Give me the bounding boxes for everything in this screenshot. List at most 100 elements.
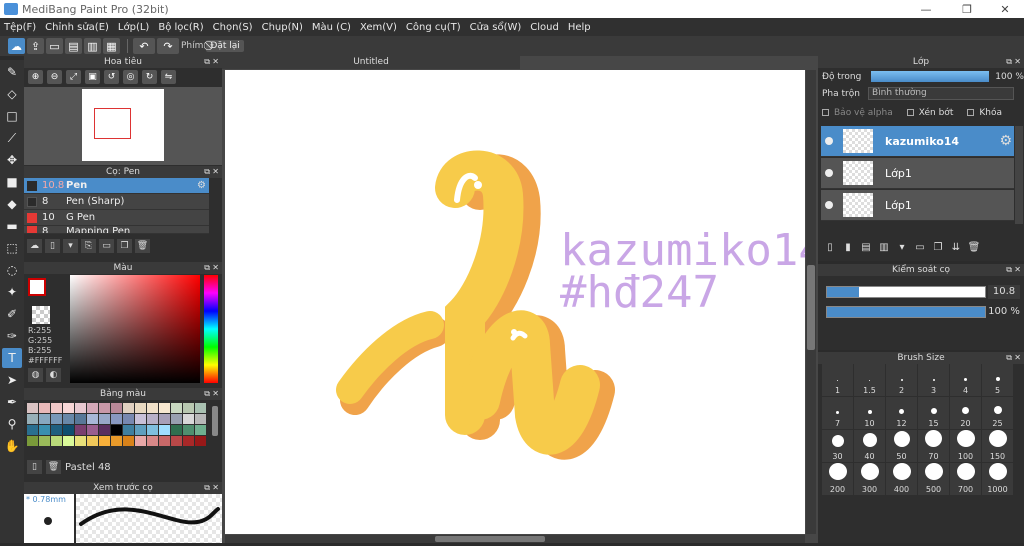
undo-icon[interactable]: ↶ [133,38,155,54]
brush-size-value[interactable]: 10.8 [988,285,1020,299]
palette-swatch[interactable] [147,425,158,435]
close-icon[interactable]: ✕ [212,166,219,178]
new-brush-icon[interactable]: ▯ [45,239,60,253]
pin-icon[interactable]: ⧉ [204,166,210,178]
duplicate-layer-icon[interactable]: ❐ [931,240,945,254]
brush-size-cell[interactable]: 70 [918,430,949,462]
gear-icon[interactable]: ⚙ [197,180,206,191]
drawing-canvas[interactable]: kazumiko14 #hđ247 [225,70,805,534]
brush-tool-icon[interactable]: ✎ [2,62,22,82]
palette-swatch[interactable] [75,403,86,413]
new-8bit-layer-icon[interactable]: ▥ [877,240,891,254]
new-layer-icon[interactable]: ▯ [823,240,837,254]
brush-size-cell[interactable]: 2 [886,364,917,396]
lasso-tool-icon[interactable]: ◌ [2,260,22,280]
menu-select[interactable]: Chọn(S) [213,22,253,33]
cloud-brush-icon[interactable]: ☁ [27,239,42,253]
palette-swatch[interactable] [123,425,134,435]
layer-item[interactable]: kazumiko14 ⚙ [821,126,1014,157]
palette-swatch[interactable] [135,403,146,413]
add-brush-icon[interactable]: ▾ [63,239,78,253]
palette-swatch[interactable] [183,436,194,446]
move-tool-icon[interactable]: ✥ [2,150,22,170]
palette-swatch[interactable] [147,436,158,446]
brush-size-cell[interactable]: 50 [886,430,917,462]
scroll-thumb[interactable] [807,265,815,350]
flip-icon[interactable]: ⇋ [161,70,176,84]
palette-swatch[interactable] [171,425,182,435]
brush-size-cell[interactable]: 25 [982,397,1013,429]
brush-size-cell[interactable]: 700 [950,463,981,495]
gradient-tool-icon[interactable]: ▬ [2,216,22,236]
menu-help[interactable]: Help [568,22,591,33]
palette-swatch[interactable] [87,414,98,424]
pin-icon[interactable]: ⧉ [204,482,210,494]
palette-swatch[interactable] [147,414,158,424]
visibility-icon[interactable] [825,201,833,209]
folder-icon[interactable]: ▭ [913,240,927,254]
brush-size-cell[interactable]: 40 [854,430,885,462]
new-palette-icon[interactable]: ▯ [27,460,42,474]
vertical-scrollbar[interactable] [806,70,816,534]
color-swap-icon[interactable]: ◐ [46,368,61,382]
palette-swatch[interactable] [171,436,182,446]
close-icon[interactable]: ✕ [212,56,219,68]
visibility-icon[interactable] [825,169,833,177]
layer-item[interactable]: Lớp1 [821,190,1014,221]
divide-tool-icon[interactable]: ✒ [2,392,22,412]
clipping-checkbox[interactable]: Xén bớt [906,108,953,118]
palette-swatch[interactable] [123,436,134,446]
palette-swatch[interactable] [99,436,110,446]
palette-swatch[interactable] [99,403,110,413]
new-halftone-layer-icon[interactable]: ▤ [859,240,873,254]
palette-swatch[interactable] [27,436,38,446]
trash-icon[interactable]: 🗑 [46,460,61,474]
brush-size-cell[interactable]: 200 [822,463,853,495]
eyedropper-tool-icon[interactable]: ⚲ [2,414,22,434]
eraser-tool-icon[interactable]: ◇ [2,84,22,104]
palette-swatch[interactable] [63,436,74,446]
pin-icon[interactable]: ⧉ [1006,352,1012,364]
close-icon[interactable]: ✕ [1014,264,1021,276]
palette-swatch[interactable] [183,425,194,435]
brush-size-cell[interactable]: 7 [822,397,853,429]
menu-edit[interactable]: Chỉnh sửa(E) [45,22,109,33]
palette-swatch[interactable] [27,403,38,413]
palette-swatch[interactable] [183,414,194,424]
zoom-out-icon[interactable]: ⊖ [47,70,62,84]
palette-swatch[interactable] [111,403,122,413]
brush-item[interactable]: 10 G Pen [24,210,209,226]
palette-swatch[interactable] [75,414,86,424]
background-color[interactable] [32,306,50,324]
palette-swatch[interactable] [159,425,170,435]
palette-swatch[interactable] [123,403,134,413]
palette-swatch[interactable] [63,425,74,435]
brush-size-cell[interactable]: 1 [822,364,853,396]
trash-icon[interactable]: 🗑 [135,239,150,253]
palette-swatch[interactable] [135,414,146,424]
palette-swatch[interactable] [135,436,146,446]
palette-scrollbar[interactable] [212,406,218,436]
palette-swatch[interactable] [159,414,170,424]
brush-opacity-value[interactable]: 100 % [988,305,1020,319]
cloud-icon[interactable]: ☁ [8,38,25,54]
palette-swatch[interactable] [111,414,122,424]
palette-swatch[interactable] [123,414,134,424]
menu-window[interactable]: Cửa sổ(W) [470,22,522,33]
menu-view[interactable]: Xem(V) [360,22,397,33]
brush-size-cell[interactable]: 15 [918,397,949,429]
menu-filter[interactable]: Bộ lọc(R) [158,22,203,33]
navigator-view[interactable] [24,87,222,165]
visibility-icon[interactable] [825,137,833,145]
palette-swatch[interactable] [51,425,62,435]
brush-size-cell[interactable]: 500 [918,463,949,495]
lock-checkbox[interactable]: Khóa [967,108,1002,118]
brush-size-cell[interactable]: 400 [886,463,917,495]
palette-swatch[interactable] [135,425,146,435]
palette-swatch[interactable] [87,403,98,413]
document-icon[interactable]: ▥ [84,38,101,54]
menu-file[interactable]: Tệp(F) [4,22,36,33]
folder-icon[interactable]: ▭ [99,239,114,253]
bucket-tool-icon[interactable]: ◆ [2,194,22,214]
share-icon[interactable]: ⇪ [27,38,44,54]
